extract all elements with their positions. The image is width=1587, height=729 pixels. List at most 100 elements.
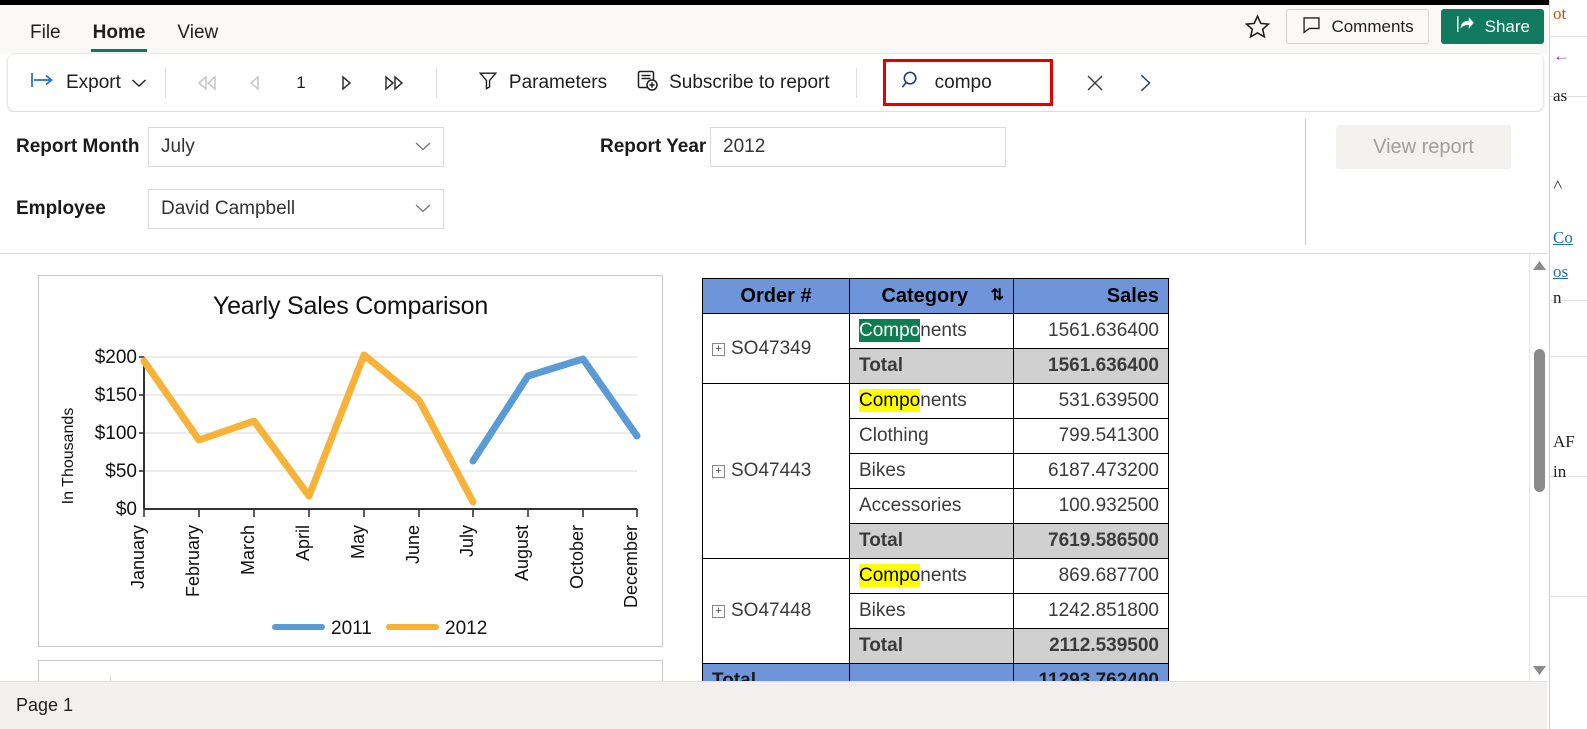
group-total-label: Total — [849, 348, 1014, 384]
sales-cell: 6187.473200 — [1013, 453, 1169, 489]
category-cell: Components — [849, 558, 1014, 594]
scroll-down-button[interactable] — [1530, 661, 1548, 679]
svg-text:March: March — [238, 525, 258, 575]
svg-text:April: April — [293, 525, 313, 561]
bg-fragment-8: in — [1553, 462, 1567, 481]
comments-button[interactable]: Comments — [1286, 9, 1429, 44]
order-group-cell[interactable]: + SO47448 — [702, 558, 850, 664]
export-button[interactable]: Export — [8, 71, 147, 95]
report-vertical-scrollbar[interactable] — [1529, 254, 1547, 681]
report-year-value: 2012 — [723, 136, 766, 157]
view-report-button[interactable]: View report — [1336, 125, 1511, 169]
bg-fragment-5[interactable]: os — [1553, 262, 1568, 282]
subscribe-to-report-button[interactable]: Subscribe to report — [635, 68, 830, 98]
svg-text:$200: $200 — [95, 347, 137, 368]
svg-text:July: July — [457, 525, 477, 557]
search-match-current: Compo — [859, 319, 921, 342]
group-total-value: 2112.539500 — [1013, 628, 1169, 664]
column-header-order[interactable]: Order # — [702, 278, 850, 314]
subscribe-icon — [635, 68, 659, 98]
employee-value: David Campbell — [161, 198, 296, 219]
parameters-button[interactable]: Parameters — [477, 69, 607, 97]
report-month-dropdown[interactable]: July — [148, 127, 444, 167]
sales-cell: 1242.851800 — [1013, 593, 1169, 629]
search-input[interactable] — [934, 71, 1045, 94]
favorite-star-icon[interactable] — [1240, 10, 1274, 44]
expand-toggle-icon[interactable]: + — [712, 342, 725, 356]
parameters-label: Parameters — [508, 71, 608, 93]
series-2012-line — [140, 351, 477, 506]
bg-fragment-3: ˄ — [1553, 175, 1563, 194]
expand-toggle-icon[interactable]: + — [712, 605, 725, 618]
sales-cell: 531.639500 — [1013, 383, 1169, 419]
current-page-number[interactable]: 1 — [278, 73, 324, 93]
category-cell: Accessories — [849, 488, 1014, 524]
menu-tab-file[interactable]: File — [16, 18, 75, 54]
report-year-textbox[interactable]: 2012 — [710, 127, 1006, 167]
bg-fragment-7: AF — [1553, 432, 1575, 451]
last-page-button[interactable] — [371, 63, 418, 103]
sales-cell: 869.687700 — [1013, 558, 1169, 594]
toolbar-divider-3 — [855, 67, 857, 98]
svg-text:October: October — [567, 525, 587, 589]
employee-dropdown[interactable]: David Campbell — [148, 189, 444, 229]
previous-page-button[interactable] — [231, 63, 278, 103]
sales-matrix-table: Order # Category ⇅ Sales + SO47349 Compon… — [702, 278, 1169, 681]
bg-fragment-6: n — [1553, 288, 1562, 307]
menu-tab-view[interactable]: View — [163, 18, 232, 54]
filter-icon — [477, 69, 499, 97]
svg-text:$150: $150 — [95, 385, 137, 406]
svg-text:December: December — [621, 525, 641, 608]
status-bar: Page 1 — [0, 681, 1547, 729]
ribbon-right-actions: Comments Share — [1240, 9, 1544, 44]
scrollbar-thumb[interactable] — [1534, 349, 1545, 492]
category-cell: Bikes — [849, 593, 1014, 629]
table-row: + SO47448 Components 869.687700 — [702, 558, 1169, 664]
report-month-value: July — [161, 136, 195, 157]
order-group-cell[interactable]: + SO47443 — [702, 383, 850, 559]
yearly-sales-line-chart: In Thousands $200 $150 $100 $50 $0 Janua… — [60, 347, 641, 639]
group-total-value: 7619.586500 — [1013, 523, 1169, 559]
share-label: Share — [1484, 16, 1530, 36]
sales-cell: 1561.636400 — [1013, 313, 1169, 349]
page-label: Page 1 — [16, 695, 74, 715]
svg-text:June: June — [403, 525, 423, 564]
order-number: SO47349 — [731, 337, 812, 359]
grand-total-spacer — [849, 663, 1014, 681]
background-page-sliver: ot ← as ˄ Co os n AF in — [1549, 0, 1587, 729]
column-header-sales[interactable]: Sales — [1013, 278, 1169, 314]
expand-toggle-icon[interactable]: + — [712, 465, 725, 478]
sort-updown-icon[interactable]: ⇅ — [991, 285, 1004, 305]
bg-fragment-4[interactable]: Co — [1553, 228, 1573, 248]
legend-item-2012: 2012 — [445, 618, 487, 639]
order-group-cell[interactable]: + SO47349 — [702, 313, 850, 384]
find-next-button[interactable] — [1125, 63, 1165, 103]
svg-text:$50: $50 — [105, 461, 137, 482]
chevron-down-icon — [413, 139, 433, 155]
column-header-category[interactable]: Category ⇅ — [849, 278, 1014, 314]
order-number: SO47443 — [731, 460, 812, 481]
category-cell: Clothing — [849, 418, 1014, 454]
group-total-label: Total — [849, 628, 1014, 664]
next-page-button[interactable] — [324, 63, 371, 103]
share-button[interactable]: Share — [1440, 9, 1544, 44]
svg-text:$0: $0 — [116, 499, 137, 520]
comment-icon — [1301, 14, 1322, 40]
chart-ylabel: In Thousands — [60, 408, 77, 505]
clear-search-button[interactable] — [1075, 63, 1115, 103]
scroll-up-button[interactable] — [1530, 256, 1548, 274]
table-row: + SO47349 Components 1561.636400 — [702, 313, 1169, 384]
subscribe-label: Subscribe to report — [669, 71, 830, 93]
menu-tab-home[interactable]: Home — [79, 18, 160, 54]
first-page-button[interactable] — [184, 63, 231, 103]
find-search-box[interactable] — [882, 59, 1053, 106]
share-icon — [1455, 13, 1477, 40]
chevron-down-icon — [131, 72, 147, 94]
chart-legend: 2011 2012 — [272, 618, 487, 639]
bg-arrow-icon: ← — [1553, 46, 1570, 65]
table-header-row: Order # Category ⇅ Sales — [702, 278, 1169, 314]
chart-title: Yearly Sales Comparison — [212, 292, 489, 320]
export-icon — [30, 71, 56, 95]
sales-chart-card: Yearly Sales Comparison In Thousands $20… — [38, 275, 663, 647]
table-row: + SO47443 Components 531.639500 — [702, 383, 1169, 559]
